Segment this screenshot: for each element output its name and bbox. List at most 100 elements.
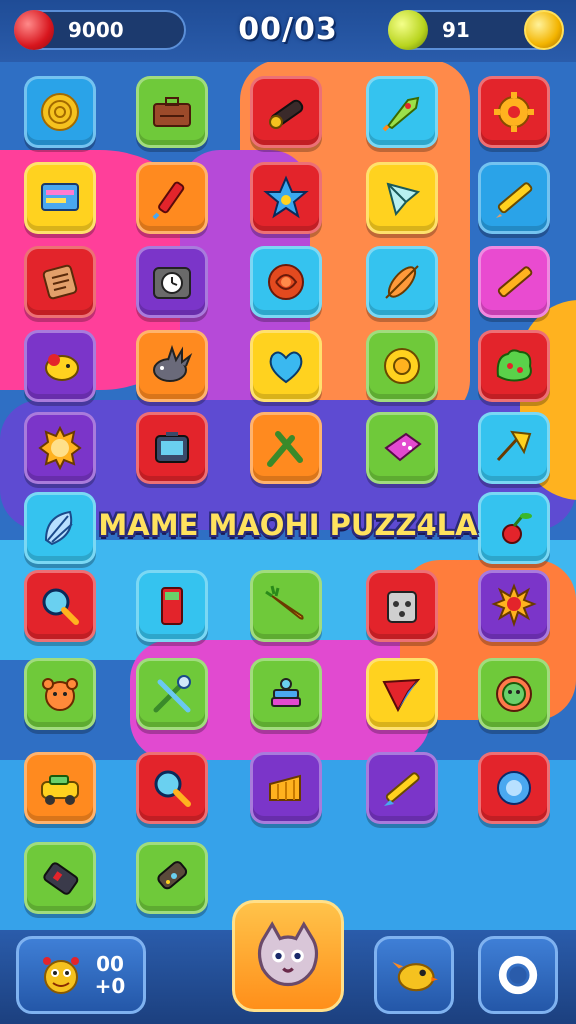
screen-icon [41, 183, 79, 211]
counter-button[interactable]: 00 +0 [16, 936, 146, 1014]
remote-icon [157, 861, 188, 890]
tile-kite[interactable] [366, 162, 438, 234]
tile-bear[interactable] [24, 658, 96, 730]
tile-magnifier[interactable] [136, 752, 208, 824]
shell-icon [44, 510, 73, 546]
phone-icon [161, 587, 183, 625]
coin-pill: 91 [388, 10, 564, 50]
counter-bottom: +0 [94, 974, 126, 998]
tile-crayon[interactable] [478, 246, 550, 318]
battery-icon [43, 862, 79, 895]
carrot-icon [265, 585, 304, 620]
tile-face[interactable] [478, 658, 550, 730]
tile-magnifier[interactable] [24, 570, 96, 642]
game-title: MAME MAOHI PUZZ4LA [98, 508, 478, 542]
monster-icon [42, 957, 79, 994]
tile-slime[interactable] [478, 330, 550, 402]
tile-sun-face[interactable] [24, 412, 96, 484]
tile-phone[interactable] [136, 570, 208, 642]
tile-shell[interactable] [24, 492, 96, 564]
tile-remote[interactable] [136, 842, 208, 914]
tile-heart[interactable] [250, 330, 322, 402]
tile-carrot[interactable] [250, 570, 322, 642]
eraser-icon [384, 432, 422, 462]
tile-creature[interactable] [24, 330, 96, 402]
tile-eraser[interactable] [366, 412, 438, 484]
wrench-icon [267, 431, 303, 467]
magnifier-icon [154, 770, 191, 807]
paddle-icon [385, 265, 419, 299]
bird-button[interactable] [374, 936, 454, 1014]
hedgehog-icon [153, 344, 193, 382]
ring-icon [498, 955, 538, 995]
disc-icon [384, 348, 420, 384]
bottom-bar: 00 +0 [0, 900, 576, 1024]
tile-sunflower[interactable] [478, 570, 550, 642]
lemon-icon [388, 10, 428, 50]
briefcase-icon [153, 97, 191, 127]
tile-arrow[interactable] [366, 658, 438, 730]
gem-icon [497, 771, 531, 805]
tile-clock[interactable] [136, 246, 208, 318]
tile-hedgehog[interactable] [136, 330, 208, 402]
tile-screen[interactable] [24, 162, 96, 234]
tile-gear[interactable] [478, 76, 550, 148]
slime-icon [496, 349, 532, 382]
top-hud: 9000 00/03 91 [0, 0, 576, 62]
face-icon [496, 676, 532, 712]
tile-brush[interactable] [366, 752, 438, 824]
settings-button[interactable] [478, 936, 558, 1014]
tile-pencil[interactable] [478, 162, 550, 234]
play-button[interactable] [232, 900, 344, 1012]
clock-icon [153, 267, 191, 299]
tile-paddle[interactable] [366, 246, 438, 318]
rocket-icon [382, 96, 420, 132]
sun-face-icon [38, 425, 82, 471]
bear-icon [42, 678, 78, 711]
tile-robot[interactable] [366, 570, 438, 642]
gold-coin-icon[interactable] [524, 10, 564, 50]
arrow-icon [382, 678, 421, 713]
stack-icon [271, 678, 301, 707]
tv-icon [155, 432, 189, 463]
brush-icon [384, 772, 420, 806]
tile-cannon[interactable] [250, 76, 322, 148]
tile-umbrella[interactable] [478, 412, 550, 484]
tile-block[interactable] [24, 246, 96, 318]
tile-briefcase[interactable] [136, 76, 208, 148]
tools-icon [153, 675, 191, 713]
bird-icon [392, 962, 438, 992]
kite-icon [386, 182, 421, 217]
gear-icon [494, 92, 534, 132]
tile-car[interactable] [24, 752, 96, 824]
tile-tools[interactable] [136, 658, 208, 730]
block-icon [42, 264, 78, 300]
cat-icon [257, 921, 319, 987]
firework-icon [152, 181, 185, 220]
tile-tv[interactable] [136, 412, 208, 484]
counter-top: 00 [96, 952, 124, 976]
crayon-icon [497, 266, 533, 298]
coin-icon [41, 93, 79, 131]
tile-rose[interactable] [250, 246, 322, 318]
tile-wrench[interactable] [250, 412, 322, 484]
tile-firework[interactable] [136, 162, 208, 234]
tile-cherry[interactable] [478, 492, 550, 564]
heart-icon [269, 351, 303, 384]
tile-cheese[interactable] [250, 752, 322, 824]
sunflower-icon [491, 583, 537, 628]
robot-icon [387, 591, 417, 623]
cheese-icon [269, 774, 301, 801]
tile-star[interactable] [250, 162, 322, 234]
tile-rocket[interactable] [366, 76, 438, 148]
tile-gem[interactable] [478, 752, 550, 824]
cherry-icon [502, 513, 532, 544]
tile-stack[interactable] [250, 658, 322, 730]
creature-icon [45, 354, 79, 381]
magnifier-icon [42, 588, 79, 625]
car-icon [41, 775, 79, 805]
tile-battery[interactable] [24, 842, 96, 914]
tile-coin[interactable] [24, 76, 96, 148]
umbrella-icon [496, 430, 532, 462]
tile-disc[interactable] [366, 330, 438, 402]
